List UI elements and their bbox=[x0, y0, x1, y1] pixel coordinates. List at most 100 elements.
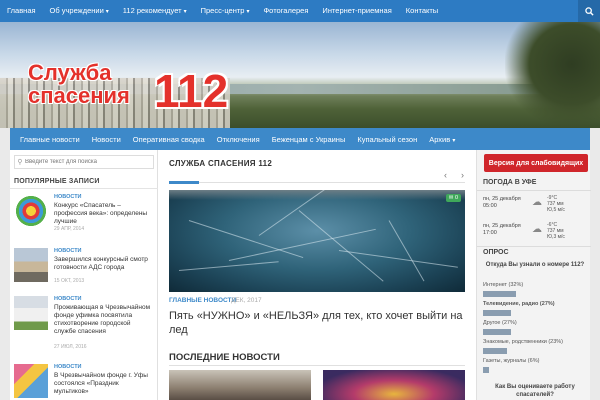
weather-day: пн, 25 декабря bbox=[483, 196, 521, 202]
top-nav-press[interactable]: Пресс-центр ▾ bbox=[194, 0, 257, 22]
top-nav-about-label: Об учреждении bbox=[49, 6, 104, 15]
comment-icon: ✉ bbox=[448, 195, 454, 201]
site-header-banner: Служба спасения 112 bbox=[0, 22, 600, 128]
main-content: СЛУЖБА СПАСЕНИЯ 112 ‹ › ✉ 0 ГЛАВНЫЕ НОВО… bbox=[158, 150, 476, 400]
poll-option-label: Другое (27%) bbox=[483, 320, 517, 326]
top-navigation: Главная Об учреждении ▾ 112 рекомендует ▾ … bbox=[0, 0, 600, 22]
post-title[interactable]: Конкурс «Спасатель – профессия века»: оп… bbox=[54, 202, 154, 226]
ice-crack bbox=[188, 220, 304, 259]
weather-time: 05:00 bbox=[483, 203, 497, 209]
subnav-operative[interactable]: Оперативная сводка bbox=[127, 135, 211, 144]
divider bbox=[477, 246, 591, 247]
top-nav-press-label: Пресс-центр bbox=[200, 6, 245, 15]
weather-wind: Ю,5 м/с bbox=[547, 207, 565, 213]
search-form: ⚲ bbox=[14, 155, 154, 169]
logo-number[interactable]: 112 bbox=[154, 68, 228, 114]
top-nav-recommends[interactable]: 112 рекомендует ▾ bbox=[116, 0, 194, 22]
weather-values: -6°C 737 мм Ю,3 м/с bbox=[547, 222, 565, 240]
weather-day: пн, 25 декабря bbox=[483, 223, 521, 229]
post-category[interactable]: НОВОСТИ bbox=[54, 296, 82, 302]
search-input[interactable] bbox=[25, 159, 149, 165]
weather-datetime: пн, 25 декабря 17:00 bbox=[483, 223, 529, 237]
post-date: 27 ИЮЛ, 2016 bbox=[54, 344, 87, 350]
post-title[interactable]: Завершился конкурсный смотр готовности А… bbox=[54, 256, 154, 272]
left-sidebar: ⚲ ПОПУЛЯРНЫЕ ЗАПИСИ НОВОСТИ Конкурс «Спа… bbox=[10, 150, 158, 400]
hero-date: ДЕК, 2017 bbox=[231, 297, 262, 304]
latest-news-thumbnail[interactable] bbox=[323, 370, 465, 400]
divider bbox=[10, 188, 158, 189]
poll-option-label: Телевидение, радио (27%) bbox=[483, 301, 555, 307]
poll-question: Откуда Вы узнали о номере 112? bbox=[485, 262, 585, 268]
post-thumbnail[interactable] bbox=[14, 194, 48, 228]
section-heading: СЛУЖБА СПАСЕНИЯ 112 bbox=[169, 159, 273, 168]
chevron-down-icon: ▾ bbox=[105, 9, 109, 15]
slider-controls: ‹ › bbox=[444, 170, 464, 180]
post-thumbnail[interactable] bbox=[14, 248, 48, 282]
cloud-snow-icon: ☁ bbox=[532, 224, 542, 235]
slider-prev-button[interactable]: ‹ bbox=[444, 170, 447, 180]
banner-tree bbox=[505, 22, 600, 128]
top-nav-recommends-label: 112 рекомендует bbox=[122, 6, 182, 15]
post-category[interactable]: НОВОСТИ bbox=[54, 364, 82, 370]
poll-heading: ОПРОС bbox=[483, 249, 509, 256]
logo-text-line2[interactable]: спасения bbox=[28, 85, 130, 107]
post-thumbnail[interactable] bbox=[14, 296, 48, 330]
latest-news-heading: ПОСЛЕДНИЕ НОВОСТИ bbox=[169, 352, 280, 363]
poll-bar bbox=[483, 329, 511, 335]
top-nav-gallery[interactable]: Фотогалерея bbox=[256, 0, 315, 22]
logo-text-line1[interactable]: Служба bbox=[28, 62, 112, 84]
top-nav-reception[interactable]: Интернет-приемная bbox=[315, 0, 398, 22]
heading-accent bbox=[169, 181, 199, 184]
ice-crack bbox=[178, 261, 279, 271]
divider bbox=[169, 365, 465, 366]
subnav-outages[interactable]: Отключения bbox=[211, 135, 266, 144]
latest-news-thumbnail[interactable] bbox=[169, 370, 311, 400]
comments-count: 0 bbox=[454, 195, 458, 201]
post-title[interactable]: Проживающая в Чрезвычайном фонде уфимка … bbox=[54, 304, 154, 336]
post-title[interactable]: В Чрезвычайном фонде г. Уфы состоялся «П… bbox=[54, 372, 154, 396]
hero-category[interactable]: ГЛАВНЫЕ НОВОСТИ bbox=[169, 297, 236, 304]
search-icon bbox=[584, 6, 594, 16]
weather-time: 17:00 bbox=[483, 230, 497, 236]
slider-next-button[interactable]: › bbox=[461, 170, 464, 180]
accessibility-version-button[interactable]: Версия для слабовидящих bbox=[484, 154, 588, 172]
subnav-archive[interactable]: Архив ▾ bbox=[423, 135, 461, 144]
search-button[interactable] bbox=[578, 0, 600, 22]
post-thumbnail[interactable] bbox=[14, 364, 48, 398]
weather-row: пн, 25 декабря 05:00 ☁ -9°C 737 мм Ю,5 м/с bbox=[483, 195, 587, 218]
weather-wind: Ю,3 м/с bbox=[547, 234, 565, 240]
ice-crack bbox=[388, 220, 425, 282]
weather-heading: ПОГОДА В УФЕ bbox=[483, 179, 537, 186]
post-category[interactable]: НОВОСТИ bbox=[54, 194, 82, 200]
post-date: 29 АПР, 2014 bbox=[54, 226, 85, 232]
poll-option-label: Знакомые, родственники (23%) bbox=[483, 339, 564, 345]
popular-heading: ПОПУЛЯРНЫЕ ЗАПИСИ bbox=[14, 178, 100, 185]
poll-bar bbox=[483, 367, 489, 373]
chevron-down-icon: ▾ bbox=[452, 137, 456, 144]
right-sidebar: Версия для слабовидящих ПОГОДА В УФЕ пн,… bbox=[476, 150, 591, 400]
cloud-snow-icon: ☁ bbox=[532, 197, 542, 208]
subnav-refugees[interactable]: Беженцам с Украины bbox=[266, 135, 352, 144]
top-nav-about[interactable]: Об учреждении ▾ bbox=[43, 0, 116, 22]
subnav-main-news[interactable]: Главные новости bbox=[14, 135, 86, 144]
hero-title[interactable]: Пять «НУЖНО» и «НЕЛЬЗЯ» для тех, кто хоч… bbox=[169, 309, 465, 337]
subnav-archive-label: Архив bbox=[429, 134, 451, 144]
top-nav-contacts[interactable]: Контакты bbox=[399, 0, 445, 22]
poll-option-label: Газеты, журналы (6%) bbox=[483, 358, 540, 364]
subnav-swimming[interactable]: Купальный сезон bbox=[351, 135, 423, 144]
comments-badge[interactable]: ✉ 0 bbox=[445, 194, 461, 202]
chevron-down-icon: ▾ bbox=[183, 9, 187, 15]
weather-datetime: пн, 25 декабря 05:00 bbox=[483, 196, 529, 210]
weather-row: пн, 25 декабря 17:00 ☁ -6°C 737 мм Ю,3 м/с bbox=[483, 222, 587, 245]
ice-crack bbox=[298, 210, 384, 282]
top-nav-home[interactable]: Главная bbox=[0, 0, 43, 22]
subnav-news[interactable]: Новости bbox=[86, 135, 127, 144]
poll-bar bbox=[483, 310, 511, 316]
chevron-down-icon: ▾ bbox=[246, 9, 250, 15]
poll-option-label: Интернет (32%) bbox=[483, 282, 524, 288]
secondary-navigation: Главные новости Новости Оперативная свод… bbox=[10, 128, 590, 150]
post-category[interactable]: НОВОСТИ bbox=[54, 248, 82, 254]
divider bbox=[169, 182, 465, 183]
featured-image[interactable]: ✉ 0 bbox=[169, 190, 465, 292]
search-icon: ⚲ bbox=[17, 159, 23, 166]
